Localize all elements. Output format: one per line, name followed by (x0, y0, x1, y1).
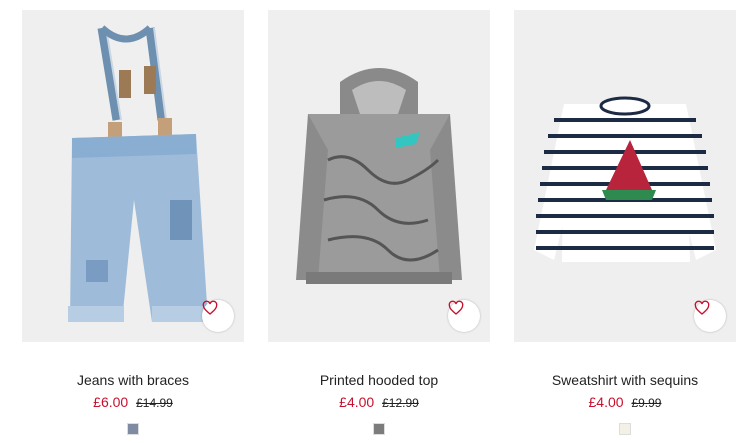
product-card[interactable]: Jeans with braces £6.00 £14.99 (22, 10, 244, 443)
original-price: £9.99 (631, 396, 662, 410)
original-price: £12.99 (382, 396, 419, 410)
sale-price: £4.00 (588, 394, 624, 410)
product-price: £6.00 £14.99 (22, 394, 244, 410)
product-image[interactable] (22, 10, 244, 342)
color-swatch[interactable] (373, 423, 385, 435)
sale-price: £6.00 (93, 394, 129, 410)
sale-price: £4.00 (339, 394, 375, 410)
product-card[interactable]: Printed hooded top £4.00 £12.99 (268, 10, 490, 443)
product-price: £4.00 £9.99 (514, 394, 736, 410)
product-card[interactable]: Sweatshirt with sequins £4.00 £9.99 (514, 10, 736, 443)
favourite-button[interactable] (202, 300, 234, 332)
hoodie-illustration (268, 10, 490, 342)
favourite-button[interactable] (448, 300, 480, 332)
product-image[interactable] (514, 10, 736, 342)
product-price: £4.00 £12.99 (268, 394, 490, 410)
product-title[interactable]: Sweatshirt with sequins (514, 372, 736, 388)
original-price: £14.99 (136, 396, 173, 410)
jeans-illustration (22, 10, 244, 342)
color-swatch[interactable] (127, 423, 139, 435)
sweatshirt-illustration (514, 10, 736, 342)
product-title[interactable]: Printed hooded top (268, 372, 490, 388)
product-image[interactable] (268, 10, 490, 342)
product-title[interactable]: Jeans with braces (22, 372, 244, 388)
product-grid: Jeans with braces £6.00 £14.99 Printed h… (22, 10, 752, 443)
color-swatch[interactable] (619, 423, 631, 435)
heart-icon (448, 300, 464, 315)
heart-icon (694, 300, 710, 315)
heart-icon (202, 300, 218, 315)
favourite-button[interactable] (694, 300, 726, 332)
